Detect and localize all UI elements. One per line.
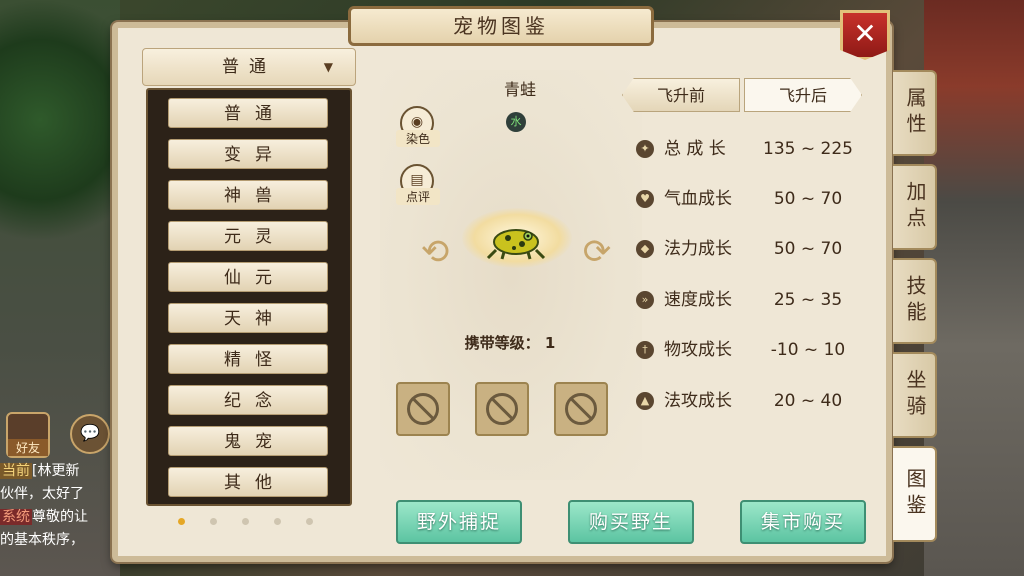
carry-level: 携带等级： 1 <box>420 332 600 353</box>
category-item[interactable]: 精怪 <box>168 344 328 374</box>
catch-wild-button[interactable]: 野外捕捉 <box>396 500 522 544</box>
stat-label: 气血成长 <box>664 189 732 209</box>
locked-slot-icon <box>486 393 518 425</box>
category-item[interactable]: 其他 <box>168 467 328 497</box>
stat-value: 25 ~ 35 <box>773 290 843 310</box>
category-item[interactable]: 普通 <box>168 98 328 128</box>
fire-icon: ▲ <box>636 392 654 410</box>
page-indicator <box>172 518 313 528</box>
skill-slot[interactable] <box>396 382 450 436</box>
chat-line: 的基本秩序， <box>0 532 84 548</box>
carry-level-value: 1 <box>544 334 556 352</box>
dropdown-selected-label: 普通 <box>222 57 276 77</box>
chat-channel-tag: 系统 <box>0 509 32 525</box>
stat-label: 法力成长 <box>664 239 732 259</box>
locked-slot-icon <box>407 393 439 425</box>
locked-slot-icon <box>565 393 597 425</box>
page-dot[interactable] <box>306 518 313 525</box>
stat-row: » 速度成长 25 ~ 35 <box>636 285 876 315</box>
stat-value: 50 ~ 70 <box>773 189 843 209</box>
chat-line: 当前 [林更新 <box>0 463 80 479</box>
speed-icon: » <box>636 291 654 309</box>
category-column: 普通 ▼ 普通 变异 神兽 元灵 仙元 天神 精怪 纪念 鬼宠 其他 <box>132 40 368 550</box>
pet-name: 青蛙 <box>503 80 536 99</box>
mana-icon: ◆ <box>636 240 654 258</box>
stat-value: 135 ~ 225 <box>763 139 853 159</box>
tab-before-ascension[interactable]: 飞升前 <box>622 78 740 112</box>
category-item[interactable]: 神兽 <box>168 180 328 210</box>
page-dot[interactable] <box>178 518 185 525</box>
stat-row: ▲ 法攻成长 20 ~ 40 <box>636 386 876 416</box>
heart-icon: ♥ <box>636 190 654 208</box>
chat-bubble-icon[interactable]: 💬 <box>70 414 110 454</box>
comment-icon: ▤ <box>410 172 424 188</box>
eye-icon: ◉ <box>410 114 424 130</box>
category-item[interactable]: 仙元 <box>168 262 328 292</box>
friends-label: 好友 <box>8 439 48 456</box>
stat-value: -10 ~ 10 <box>770 340 846 360</box>
carry-level-label: 携带等级： <box>464 334 540 352</box>
buy-wild-button[interactable]: 购买野生 <box>568 500 694 544</box>
stat-row: † 物攻成长 -10 ~ 10 <box>636 335 876 365</box>
frog-pet-model <box>486 229 546 260</box>
sword-icon: † <box>636 341 654 359</box>
stat-row: ✦ 总 成 长 135 ~ 225 <box>636 134 876 164</box>
side-tab-attributes[interactable]: 属性 <box>893 70 937 156</box>
dye-label: 染色 <box>396 130 440 147</box>
stat-value: 20 ~ 40 <box>773 391 843 411</box>
side-tab-codex[interactable]: 图鉴 <box>893 446 937 542</box>
friends-button[interactable]: 好友 <box>6 412 50 458</box>
page-dot[interactable] <box>242 518 249 525</box>
stat-label: 法攻成长 <box>664 391 732 411</box>
growth-icon: ✦ <box>636 140 654 158</box>
page-dot[interactable] <box>274 518 281 525</box>
water-element-icon: 水 <box>506 112 526 132</box>
close-button[interactable]: ✕ <box>840 10 890 60</box>
rotate-right-arrow-icon[interactable]: ⟳ <box>580 232 614 272</box>
tab-after-ascension[interactable]: 飞升后 <box>744 78 862 112</box>
page-dot[interactable] <box>210 518 217 525</box>
chat-line: 系统 尊敬的让 <box>0 509 88 525</box>
review-button[interactable]: ▤ 点评 <box>396 164 440 205</box>
window-title: 宠物图鉴 <box>348 6 654 46</box>
stat-label: 总 成 长 <box>664 139 726 159</box>
skill-slot[interactable] <box>554 382 608 436</box>
stat-row: ◆ 法力成长 50 ~ 70 <box>636 234 876 264</box>
chat-channel-tag: 当前 <box>0 463 32 479</box>
side-tab-skills[interactable]: 技能 <box>893 258 937 344</box>
side-tab-points[interactable]: 加点 <box>893 164 937 250</box>
dye-button[interactable]: ◉ 染色 <box>396 106 440 147</box>
side-tab-mount[interactable]: 坐骑 <box>893 352 937 438</box>
category-item[interactable]: 天神 <box>168 303 328 333</box>
chevron-down-icon: ▼ <box>323 60 333 74</box>
category-dropdown[interactable]: 普通 ▼ <box>142 48 356 86</box>
stat-label: 物攻成长 <box>664 340 732 360</box>
stat-row: ♥ 气血成长 50 ~ 70 <box>636 184 876 214</box>
stat-label: 速度成长 <box>664 290 732 310</box>
rotate-left-arrow-icon[interactable]: ⟲ <box>418 232 452 272</box>
market-buy-button[interactable]: 集市购买 <box>740 500 866 544</box>
category-menu: 普通 变异 神兽 元灵 仙元 天神 精怪 纪念 鬼宠 其他 <box>146 88 352 506</box>
review-label: 点评 <box>396 188 440 205</box>
chat-line: 伙伴，太好了 <box>0 486 84 502</box>
category-item[interactable]: 鬼宠 <box>168 426 328 456</box>
category-item[interactable]: 元灵 <box>168 221 328 251</box>
skill-slot[interactable] <box>475 382 529 436</box>
ascension-tabs: 飞升前 飞升后 <box>622 78 866 114</box>
chat-log: 当前 [林更新 伙伴，太好了 系统 尊敬的让 的基本秩序， <box>0 460 120 552</box>
stat-value: 50 ~ 70 <box>773 239 843 259</box>
game-world-background-right <box>924 0 1024 576</box>
category-item[interactable]: 纪念 <box>168 385 328 415</box>
category-item[interactable]: 变异 <box>168 139 328 169</box>
